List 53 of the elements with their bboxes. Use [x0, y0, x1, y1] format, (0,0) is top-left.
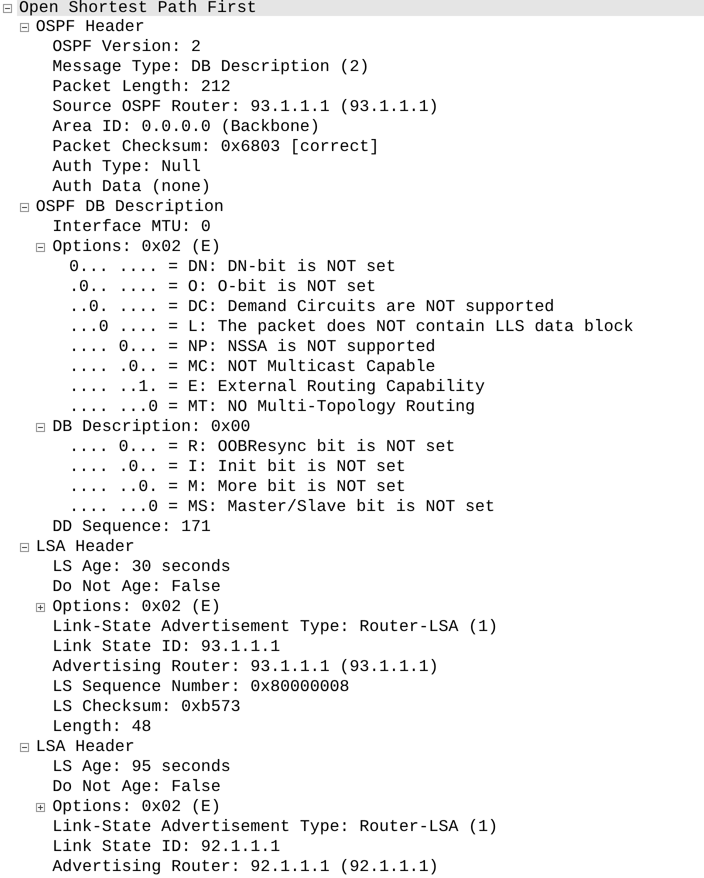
minus-box-icon[interactable]: [3, 4, 12, 12]
minus-box-icon[interactable]: [20, 742, 29, 752]
tree-item[interactable]: Area ID: 0.0.0.0 (Backbone): [50, 117, 322, 137]
tree-item[interactable]: Do Not Age: False: [50, 577, 223, 597]
tree-item[interactable]: DD Sequence: 171: [50, 517, 213, 537]
tree-item[interactable]: OSPF Header: [34, 17, 147, 37]
tree-item[interactable]: LS Age: 95 seconds: [50, 757, 233, 777]
tree-item[interactable]: .... ...0 = MT: NO Multi-Topology Routing: [67, 397, 478, 417]
tree-item[interactable]: Length: 48: [50, 717, 154, 737]
tree-item[interactable]: Message Type: DB Description (2): [50, 57, 372, 77]
tree-item[interactable]: Link-State Advertisement Type: Router-LSA (1): [50, 617, 500, 637]
tree-item[interactable]: Auth Data (none): [50, 177, 213, 197]
tree-item[interactable]: Packet Length: 212: [50, 77, 233, 97]
tree-item[interactable]: LS Age: 30 seconds: [50, 557, 233, 577]
tree-item[interactable]: .0.. .... = O: O-bit is NOT set: [67, 277, 378, 297]
tree-item[interactable]: Advertising Router: 92.1.1.1 (92.1.1.1): [50, 857, 441, 877]
tree-item[interactable]: Packet Checksum: 0x6803 [correct]: [50, 137, 382, 157]
minus-box-icon[interactable]: [36, 242, 46, 252]
tree-item[interactable]: Options: 0x02 (E): [50, 797, 223, 817]
tree-item[interactable]: Interface MTU: 0: [50, 217, 213, 237]
plus-box-icon[interactable]: [36, 602, 46, 612]
tree-item[interactable]: ..0. .... = DC: Demand Circuits are NOT supported: [67, 297, 556, 317]
minus-box-icon[interactable]: [20, 22, 29, 32]
tree-item[interactable]: Link-State Advertisement Type: Router-LSA (1): [50, 817, 500, 837]
plus-box-icon[interactable]: [36, 802, 46, 812]
tree-item[interactable]: OSPF Version: 2: [50, 37, 203, 57]
tree-item[interactable]: LSA Header: [34, 537, 137, 557]
tree-item[interactable]: Options: 0x02 (E): [50, 597, 223, 617]
tree-item[interactable]: Options: 0x02 (E): [50, 237, 223, 257]
tree-item[interactable]: LSA Header: [34, 737, 137, 757]
tree-item[interactable]: Open Shortest Path First: [17, 0, 704, 16]
tree-item[interactable]: Advertising Router: 93.1.1.1 (93.1.1.1): [50, 657, 441, 677]
tree-item[interactable]: .... .0.. = I: Init bit is NOT set: [67, 457, 408, 477]
tree-item[interactable]: Do Not Age: False: [50, 777, 223, 797]
tree-item[interactable]: .... 0... = R: OOBResync bit is NOT set: [67, 437, 458, 457]
tree-item[interactable]: Auth Type: Null: [50, 157, 203, 177]
minus-box-icon[interactable]: [20, 202, 29, 212]
tree-item[interactable]: Link State ID: 93.1.1.1: [50, 637, 282, 657]
tree-item[interactable]: .... ...0 = MS: Master/Slave bit is NOT set: [67, 497, 497, 517]
tree-item[interactable]: LS Sequence Number: 0x80000008: [50, 677, 352, 697]
minus-box-icon[interactable]: [36, 422, 46, 432]
tree-item[interactable]: Source OSPF Router: 93.1.1.1 (93.1.1.1): [50, 97, 441, 117]
tree-item[interactable]: .... ..0. = M: More bit is NOT set: [67, 477, 408, 497]
tree-item[interactable]: OSPF DB Description: [34, 197, 226, 217]
tree-item[interactable]: .... .0.. = MC: NOT Multicast Capable: [67, 357, 438, 377]
tree-item[interactable]: DB Description: 0x00: [50, 417, 252, 437]
tree-item[interactable]: 0... .... = DN: DN-bit is NOT set: [67, 257, 398, 277]
tree-item[interactable]: LS Checksum: 0xb573: [50, 697, 243, 717]
tree-item[interactable]: ...0 .... = L: The packet does NOT contain LLS data block: [67, 317, 636, 337]
tree-item[interactable]: Link State ID: 92.1.1.1: [50, 837, 282, 857]
minus-box-icon[interactable]: [20, 542, 29, 552]
tree-item[interactable]: .... 0... = NP: NSSA is NOT supported: [67, 337, 438, 357]
tree-item[interactable]: .... ..1. = E: External Routing Capability: [67, 377, 487, 397]
